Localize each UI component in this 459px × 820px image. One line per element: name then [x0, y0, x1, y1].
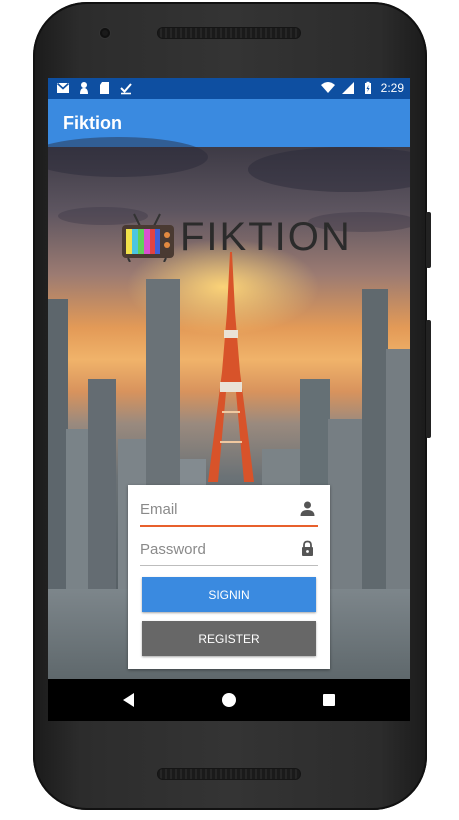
power-button [426, 212, 431, 268]
download-done-icon [120, 83, 132, 95]
screen: 2:29 Fiktion FIKTION Email SIGNIN REGIST… [48, 78, 410, 721]
password-field [140, 535, 318, 566]
person-icon [300, 501, 315, 516]
clock: 2:29 [380, 81, 404, 95]
system-status-icons: 2:29 [320, 81, 404, 95]
email-input[interactable] [140, 501, 290, 518]
back-icon[interactable] [120, 691, 138, 709]
tokyo-tower-image [208, 252, 254, 482]
signin-button[interactable]: SIGNIN [142, 577, 316, 612]
lock-icon [302, 540, 313, 556]
background-image: FIKTION SIGNIN REGISTER [48, 137, 410, 679]
navigation-bar [48, 679, 410, 721]
notification-icons [56, 81, 133, 95]
login-card: SIGNIN REGISTER [128, 485, 330, 669]
top-speaker [157, 27, 301, 39]
wifi-icon [320, 82, 335, 93]
bottom-speaker [157, 768, 301, 780]
password-input[interactable] [140, 541, 290, 558]
fiktion-logo: FIKTION [120, 212, 352, 262]
register-button[interactable]: REGISTER [142, 621, 316, 656]
tv-logo-icon [122, 213, 174, 262]
gmail-icon [56, 82, 70, 93]
sd-card-icon [100, 82, 109, 94]
logo-text: FIKTION [180, 215, 352, 259]
cellular-icon [341, 82, 354, 94]
volume-button [426, 320, 431, 438]
home-icon[interactable] [220, 691, 238, 709]
app-title: Fiktion [63, 113, 122, 133]
status-bar: 2:29 [48, 78, 410, 99]
email-field [140, 495, 318, 527]
person-icon [80, 82, 88, 94]
front-camera [100, 28, 110, 38]
recents-icon[interactable] [320, 691, 338, 709]
battery-charging-icon [364, 81, 371, 94]
